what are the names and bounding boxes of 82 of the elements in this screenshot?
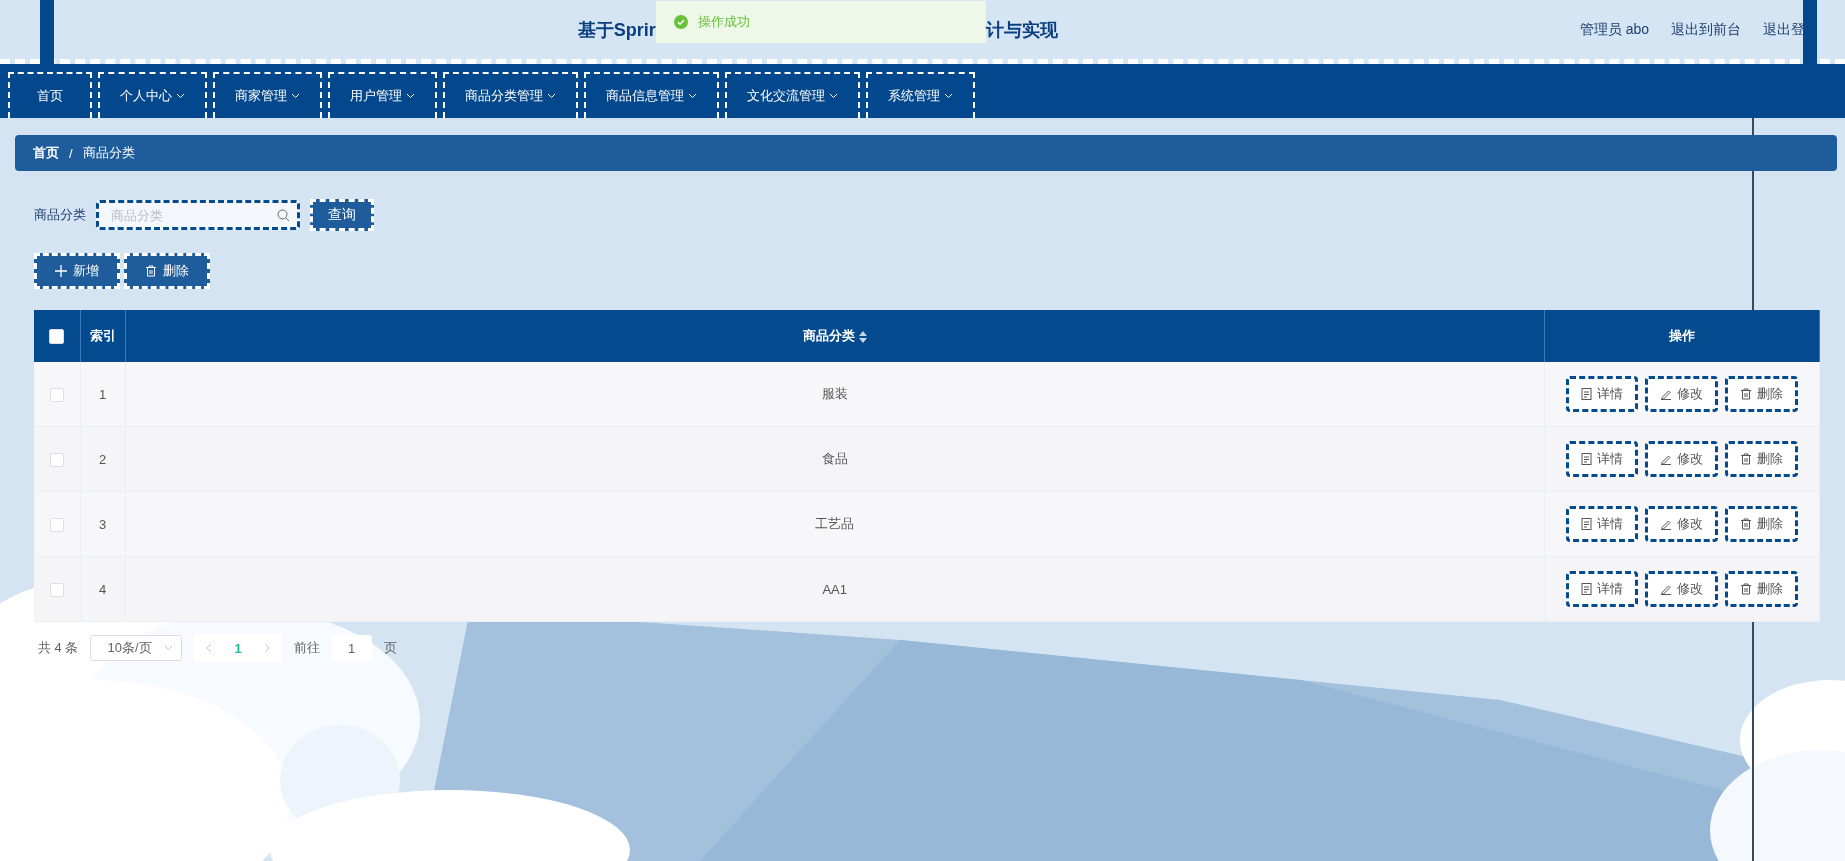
delete-button[interactable]: 删除 [124,253,210,289]
nav-item[interactable]: 系统管理 [866,72,975,118]
goto-label: 前往 [293,639,320,657]
pencil-icon [1660,453,1672,465]
category-name: AA1 [822,581,848,597]
site-title: 基于Sprir [577,18,656,42]
detail-button[interactable]: 详情 [1566,571,1638,607]
edit-button[interactable]: 修改 [1645,571,1718,607]
detail-button[interactable]: 详情 [1566,376,1638,412]
row-index: 1 [98,386,107,402]
edit-button[interactable]: 修改 [1645,441,1718,477]
nav-item[interactable]: 个人中心 [98,72,207,118]
site-title: 计与实现 [985,18,1058,42]
category-name: 工艺品 [815,516,855,531]
document-icon [1581,583,1592,595]
row-checkbox[interactable] [49,582,64,597]
row-checkbox[interactable] [49,517,64,532]
nav-item[interactable]: 商品分类管理 [443,72,578,118]
chevron-down-icon [164,645,174,651]
column-header[interactable]: 商品分类 [802,328,855,343]
detail-button[interactable]: 详情 [1566,506,1638,542]
search-field[interactable]: 商品分类 [96,200,300,230]
chevron-down-icon [406,93,415,99]
plus-icon [55,265,67,277]
detail-button[interactable]: 详情 [1566,441,1638,477]
delete-button[interactable]: 删除 [1725,571,1798,607]
chevron-down-icon [829,93,838,99]
trash-icon [1740,453,1752,465]
pencil-icon [1660,388,1672,400]
column-header: 索引 [89,328,116,343]
pencil-icon [1660,518,1672,530]
page-suffix: 页 [383,639,397,657]
goto-page-field[interactable]: 1 [331,635,372,661]
edit-button[interactable]: 修改 [1645,376,1718,412]
success-icon [673,14,688,29]
search-label: 商品分类 [34,206,86,224]
sort-icon[interactable] [858,330,867,343]
header-link[interactable]: 管理员 abo [1579,20,1649,39]
row-index: 3 [98,516,107,532]
breadcrumb-item: 商品分类 [82,144,135,162]
next-page-icon[interactable] [263,643,270,653]
trash-icon [1740,583,1752,595]
page-size-select[interactable]: 10条/页 [90,635,183,661]
trash-icon [1740,388,1752,400]
total-count: 共 4 条 [38,639,79,657]
chevron-down-icon [176,93,185,99]
row-index: 2 [98,451,107,467]
header-link[interactable]: 退出到前台 [1671,20,1741,39]
search-icon [277,209,290,222]
document-icon [1581,518,1592,530]
previous-page-icon[interactable] [206,643,213,653]
pencil-icon [1660,583,1672,595]
delete-button[interactable]: 删除 [1725,376,1798,412]
nav-item[interactable]: 文化交流管理 [725,72,860,118]
nav-item[interactable]: 商品信息管理 [584,72,719,118]
column-header: 操作 [1669,328,1695,343]
chevron-down-icon [291,93,300,99]
edit-button[interactable]: 修改 [1645,506,1718,542]
trash-icon [1740,518,1752,530]
row-checkbox[interactable] [49,387,64,402]
toast-message: 操作成功 [697,12,750,31]
delete-button[interactable]: 删除 [1725,441,1798,477]
select-all-checkbox[interactable] [49,329,65,345]
category-name: 食品 [821,451,848,466]
breadcrumb-item[interactable]: 首页 [33,144,59,162]
nav-item[interactable]: 用户管理 [328,72,437,118]
row-checkbox[interactable] [49,452,64,467]
chevron-down-icon [688,93,697,99]
nav-item[interactable]: 商家管理 [213,72,322,118]
row-index: 4 [98,581,107,597]
category-name: 服装 [821,386,848,401]
breadcrumb-separator: / [69,145,73,161]
document-icon [1581,388,1592,400]
chevron-down-icon [944,93,953,99]
document-icon [1581,453,1592,465]
nav-item[interactable]: 首页 [8,72,92,118]
trash-icon [145,265,157,277]
add-button[interactable]: 新增 [34,253,120,289]
delete-button[interactable]: 删除 [1725,506,1798,542]
query-button[interactable]: 查询 [310,199,374,231]
chevron-down-icon [547,93,556,99]
header-link[interactable]: 退出登 [1763,20,1805,39]
